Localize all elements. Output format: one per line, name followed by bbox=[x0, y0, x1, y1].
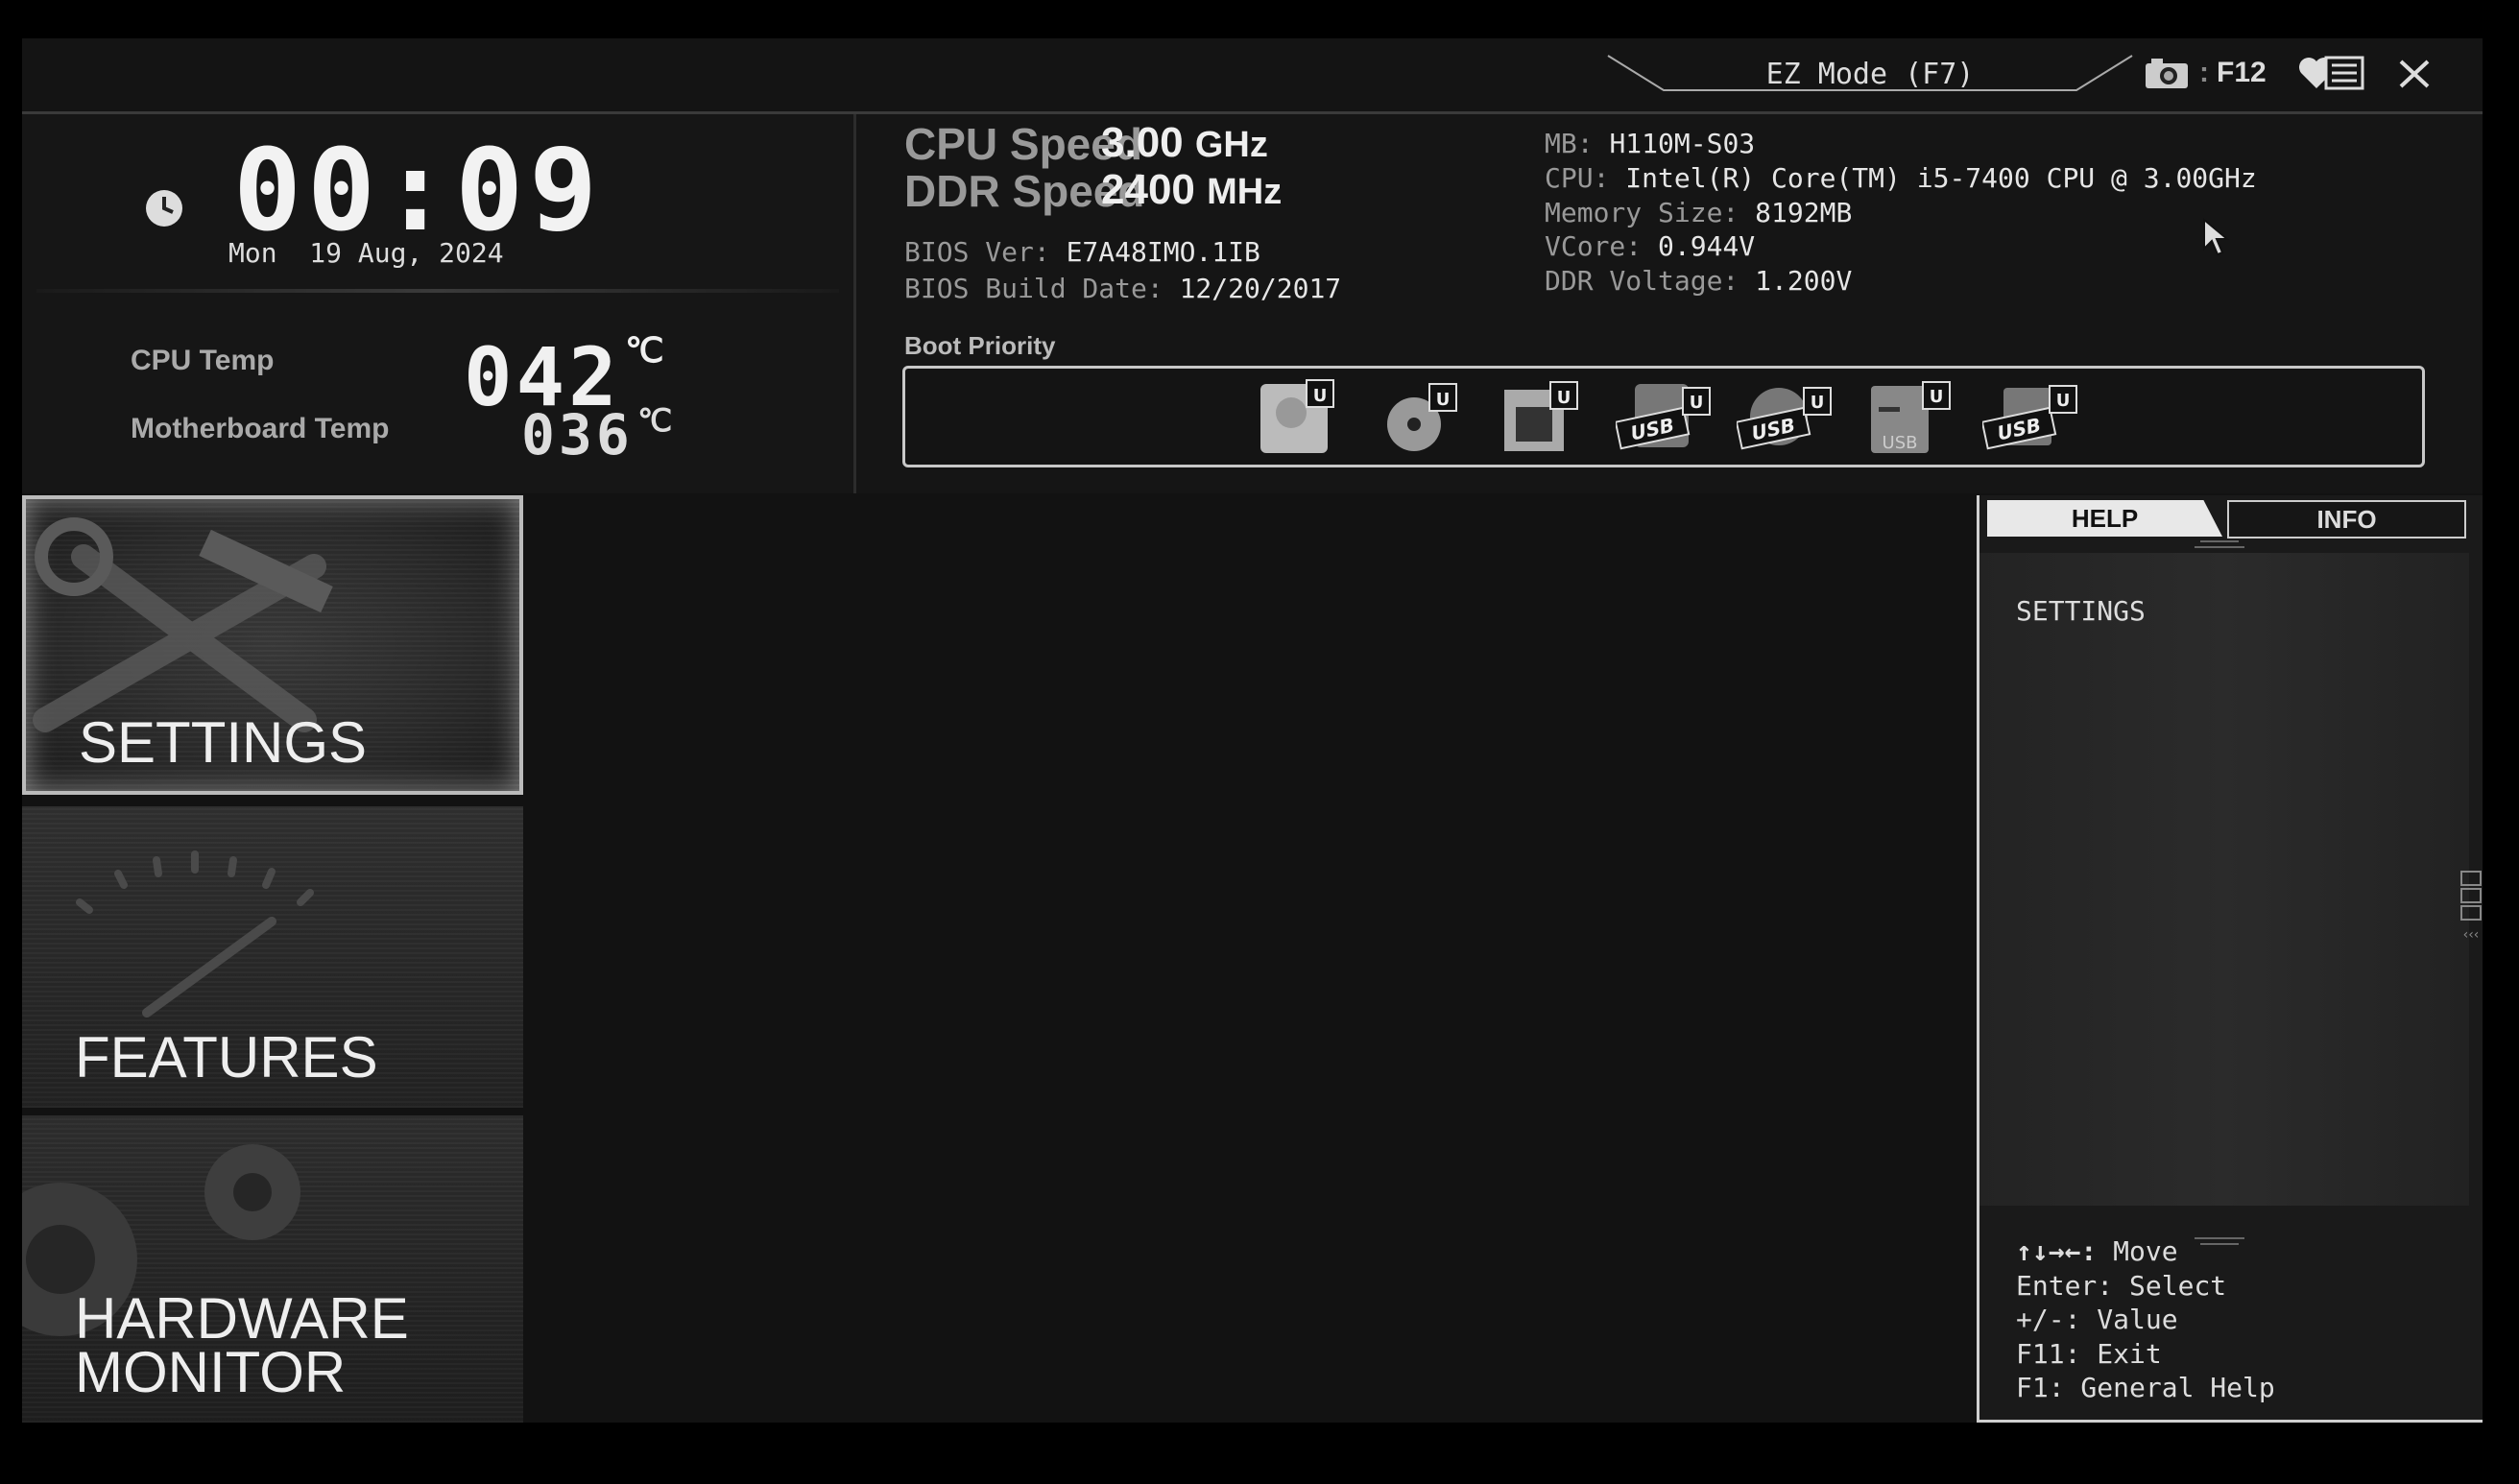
cpu-temp-label: CPU Temp bbox=[131, 345, 275, 376]
ddr-speed-number: 2400 bbox=[1101, 166, 1195, 213]
ez-mode-label: EZ Mode (F7) bbox=[1765, 58, 1975, 91]
system-info-panel: CPU Speed DDR Speed 3.00 GHz 2400 MHz BI… bbox=[856, 114, 2483, 493]
memory-info-value: 8192MB bbox=[1755, 197, 1853, 228]
ddr-voltage-label: DDR Voltage: bbox=[1545, 265, 1756, 297]
key-row: F11: Exit bbox=[2016, 1337, 2162, 1370]
ddr-speed-value: 2400 MHz bbox=[1101, 166, 1282, 214]
favorites-icon bbox=[2299, 56, 2364, 90]
cpu-speed-value: 3.00 GHz bbox=[1101, 119, 1268, 167]
usb-drive-badge: U bbox=[2056, 391, 2071, 411]
favorites-button[interactable] bbox=[2297, 52, 2368, 99]
camera-icon bbox=[2146, 59, 2188, 88]
mb-temp-label: Motherboard Temp bbox=[131, 413, 390, 444]
screenshot-button[interactable]: : F12 bbox=[2144, 54, 2267, 92]
bios-version-value: E7A48IMO.1IB bbox=[1066, 236, 1260, 268]
hardware-label-line1: HARDWARE bbox=[75, 1286, 409, 1351]
network-icon: U bbox=[1504, 381, 1578, 451]
mb-info: MB: H110M-S03 bbox=[1545, 128, 1755, 159]
help-content-text: SETTINGS bbox=[2016, 595, 2146, 627]
menu-tile-hardware-monitor[interactable]: HARDWARE MONITOR bbox=[22, 1115, 523, 1423]
key-row: ↑↓→←: Move bbox=[2016, 1235, 2178, 1267]
key-legend: ↑↓→←: Move Enter: Select +/-: Value F11: Ex… bbox=[2016, 1234, 2275, 1405]
hardware-label-line2: MONITOR bbox=[75, 1340, 347, 1404]
optical-disc-icon: U bbox=[1387, 383, 1457, 451]
hdd-icon: U bbox=[1260, 379, 1334, 453]
cpu-temp-unit: ℃ bbox=[625, 330, 664, 370]
screenshot-key: F12 bbox=[2217, 57, 2267, 88]
settings-label: SETTINGS bbox=[79, 710, 368, 775]
cpu-info: CPU: Intel(R) Core(TM) i5-7400 CPU @ 3.0… bbox=[1545, 162, 2257, 194]
menu-tile-settings[interactable]: SETTINGS bbox=[22, 495, 523, 795]
clock-time: 00:09 bbox=[233, 145, 603, 241]
usb-hdd-icon: USB U bbox=[1614, 384, 1711, 450]
mb-info-label: MB: bbox=[1545, 128, 1610, 159]
ez-mode-button[interactable]: EZ Mode (F7) bbox=[1606, 52, 2134, 98]
close-button[interactable] bbox=[2393, 52, 2435, 99]
key-row: Enter: Select bbox=[2016, 1269, 2227, 1302]
cpu-info-value: Intel(R) Core(TM) i5-7400 CPU @ 3.00GHz bbox=[1625, 162, 2257, 194]
clock-digits: 00:09 bbox=[233, 145, 603, 241]
boot-device-hdd[interactable]: U bbox=[1259, 378, 1335, 455]
bios-date-value: 12/20/2017 bbox=[1179, 273, 1342, 304]
hdd-badge: U bbox=[1313, 386, 1328, 406]
vcore-info: VCore: 0.944V bbox=[1545, 230, 1755, 262]
lan-badge: U bbox=[1557, 388, 1571, 408]
mb-info-value: H110M-S03 bbox=[1609, 128, 1756, 159]
usb-hdd-badge: U bbox=[1690, 393, 1704, 413]
panel-divider bbox=[36, 289, 839, 293]
key-row: F1: General Help bbox=[2016, 1372, 2275, 1403]
boot-device-lan[interactable]: U bbox=[1502, 378, 1579, 455]
boot-priority-label: Boot Priority bbox=[904, 331, 1056, 360]
usb-drive-icon: USB U bbox=[1980, 385, 2077, 450]
boot-device-usb-optical[interactable]: USB U bbox=[1735, 378, 1833, 455]
boot-device-usb-drive[interactable]: USB U bbox=[1980, 378, 2078, 455]
clock-temp-panel: 00:09 Mon 19 Aug, 2024 CPU Temp Motherbo… bbox=[22, 114, 856, 493]
optical-badge: U bbox=[1436, 390, 1451, 410]
features-label: FEATURES bbox=[75, 1025, 378, 1089]
mouse-cursor-icon bbox=[2203, 218, 2230, 256]
usb-optical-badge: U bbox=[1811, 393, 1825, 413]
bios-build-date: BIOS Build Date: 12/20/2017 bbox=[904, 273, 1341, 304]
boot-device-usb-key[interactable]: USB U bbox=[1865, 378, 1952, 455]
usb-optical-icon: USB U bbox=[1735, 387, 1832, 450]
mb-temp-unit: ℃ bbox=[637, 403, 673, 438]
cpu-speed-number: 3.00 bbox=[1101, 119, 1184, 166]
key-row: +/-: Value bbox=[2016, 1304, 2178, 1335]
usb-key-icon: USB U bbox=[1871, 381, 1951, 453]
vcore-info-label: VCore: bbox=[1545, 230, 1659, 262]
bios-date-label: BIOS Build Date: bbox=[904, 273, 1180, 304]
memory-info: Memory Size: 8192MB bbox=[1545, 197, 1852, 228]
ddr-voltage-value: 1.200V bbox=[1755, 265, 1853, 297]
ddr-voltage-info: DDR Voltage: 1.200V bbox=[1545, 265, 1852, 297]
ddr-speed-unit: MHz bbox=[1207, 172, 1283, 212]
memory-info-label: Memory Size: bbox=[1545, 197, 1756, 228]
bios-version-label: BIOS Ver: bbox=[904, 236, 1067, 268]
vcore-info-value: 0.944V bbox=[1658, 230, 1756, 262]
cpu-info-label: CPU: bbox=[1545, 162, 1626, 194]
boot-device-optical[interactable]: U bbox=[1381, 378, 1458, 455]
svg-text:‹‹‹: ‹‹‹ bbox=[2463, 927, 2480, 943]
tab-info[interactable]: INFO bbox=[2227, 500, 2466, 539]
usb-key-text: USB bbox=[1883, 433, 1918, 453]
help-content-area: SETTINGS bbox=[1979, 553, 2469, 1206]
tab-help[interactable]: HELP bbox=[1987, 500, 2222, 537]
bios-version: BIOS Ver: E7A48IMO.1IB bbox=[904, 236, 1260, 268]
usb-key-badge: U bbox=[1930, 387, 1944, 407]
bios-screen: EZ Mode (F7) : F12 00:09 Mon 19 Aug, 202… bbox=[22, 38, 2483, 1423]
clock-icon bbox=[146, 190, 182, 227]
close-icon bbox=[2399, 60, 2430, 88]
menu-tile-features[interactable]: FEATURES bbox=[22, 806, 523, 1108]
help-panel: HELP INFO SETTINGS ‹‹‹ ↑↓→←: Move Enter: … bbox=[1977, 495, 2483, 1423]
boot-priority-bar: U U U USB U USB U USB U USB U bbox=[902, 366, 2425, 467]
cpu-speed-unit: GHz bbox=[1194, 125, 1268, 165]
boot-device-usb-hdd[interactable]: USB U bbox=[1614, 378, 1712, 455]
mb-temp-digits: 036 bbox=[521, 402, 634, 467]
collapse-panel-icon[interactable]: ‹‹‹ bbox=[2459, 870, 2483, 946]
top-bar: EZ Mode (F7) : F12 bbox=[22, 38, 2483, 114]
mb-temp-value: 036 ℃ bbox=[521, 402, 672, 467]
hardware-monitor-label: HARDWARE MONITOR bbox=[75, 1286, 409, 1404]
date-text: Mon 19 Aug, 2024 bbox=[228, 237, 504, 269]
